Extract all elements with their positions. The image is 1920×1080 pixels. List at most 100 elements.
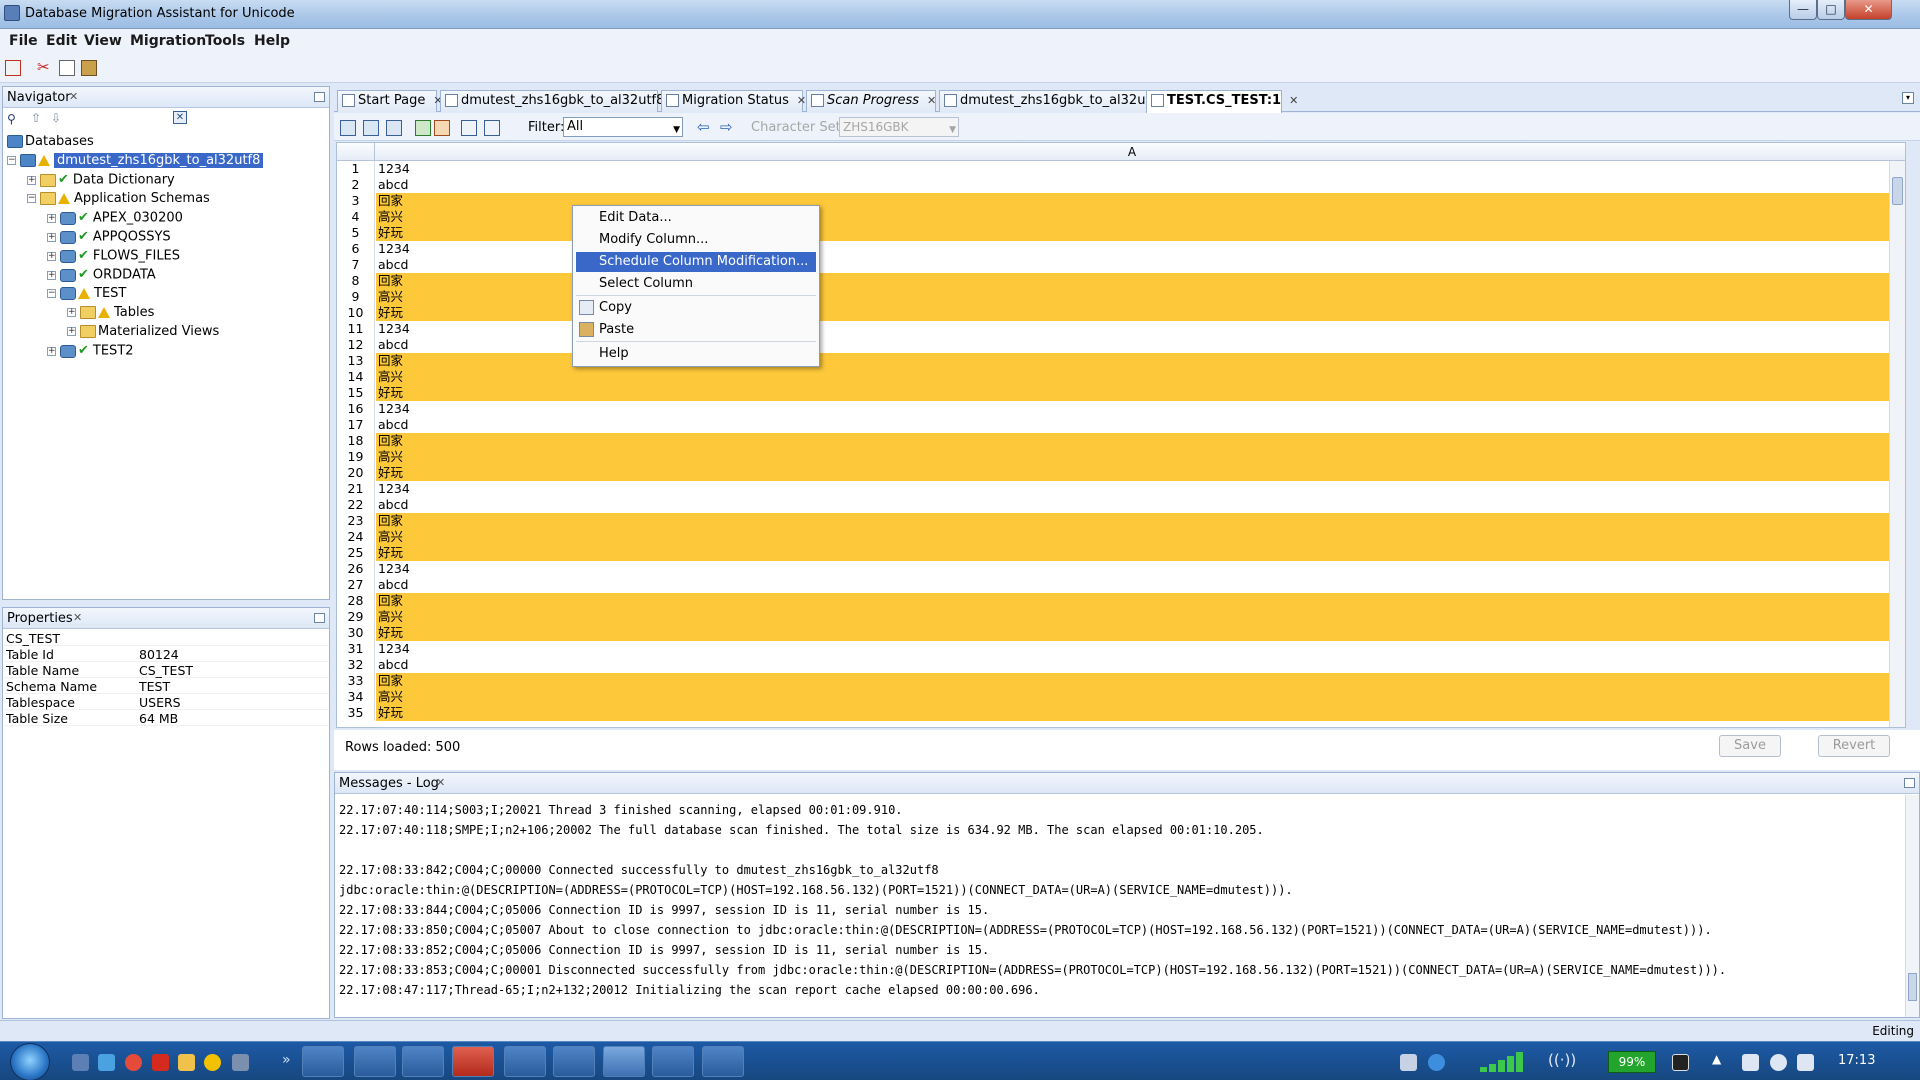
tab-start-page[interactable]: Start Page ✕ xyxy=(337,90,443,112)
taskbar-app-active[interactable] xyxy=(603,1046,645,1077)
table-row[interactable]: 34 高兴 xyxy=(337,689,1905,705)
table-row[interactable]: 14 高兴 xyxy=(337,369,1905,385)
tab-scan-progress[interactable]: Scan Progress ✕ xyxy=(806,90,936,112)
signal-icon[interactable] xyxy=(1480,1050,1530,1072)
revert-button[interactable]: Revert xyxy=(1818,735,1890,757)
menu-item-edit-data[interactable]: Edit Data... xyxy=(576,208,816,228)
tree-databases[interactable]: Databases xyxy=(7,133,94,151)
row-number[interactable]: 18 xyxy=(337,433,375,449)
table-row[interactable]: 21 1234 xyxy=(337,481,1905,497)
expand-icon[interactable]: + xyxy=(27,175,36,185)
column-icon[interactable] xyxy=(461,120,477,136)
table-row[interactable]: 23 回家 xyxy=(337,513,1905,529)
row-number[interactable]: 5 xyxy=(337,225,375,241)
menu-edit[interactable]: Edit xyxy=(46,33,77,49)
quicklaunch-icon[interactable] xyxy=(98,1054,115,1071)
table-row[interactable]: 15 好玩 xyxy=(337,385,1905,401)
menu-tools[interactable]: Tools xyxy=(205,33,245,49)
expand-icon[interactable]: + xyxy=(47,232,56,242)
close-icon[interactable]: ✕ xyxy=(1289,94,1298,107)
cell-value[interactable]: 回家 xyxy=(376,433,1889,449)
table-row[interactable]: 20 好玩 xyxy=(337,465,1905,481)
cell-value[interactable]: 回家 xyxy=(376,513,1889,529)
clear-filter-icon[interactable]: ✕ xyxy=(173,111,187,124)
row-number[interactable]: 30 xyxy=(337,625,375,641)
cell-value[interactable]: 高兴 xyxy=(376,449,1889,465)
cell-value[interactable]: 好玩 xyxy=(376,545,1889,561)
network-icon[interactable] xyxy=(1770,1054,1787,1071)
minimize-button[interactable]: — xyxy=(1789,0,1817,20)
log-scrollbar[interactable] xyxy=(1905,795,1919,1017)
expand-icon[interactable]: + xyxy=(47,213,56,223)
row-number[interactable]: 19 xyxy=(337,449,375,465)
row-number[interactable]: 28 xyxy=(337,593,375,609)
quicklaunch-icon[interactable] xyxy=(72,1054,89,1071)
table-row[interactable]: 22 abcd xyxy=(337,497,1905,513)
row-number[interactable]: 8 xyxy=(337,273,375,289)
expand-icon[interactable]: » xyxy=(282,1052,291,1068)
table-row[interactable]: 28 回家 xyxy=(337,593,1905,609)
clock[interactable]: 17:13 xyxy=(1838,1053,1875,1068)
row-number[interactable]: 11 xyxy=(337,321,375,337)
navigator-tab[interactable]: Navigator xyxy=(7,90,71,105)
menu-item-help[interactable]: Help xyxy=(576,344,816,364)
battery-indicator[interactable]: 99% xyxy=(1608,1051,1656,1073)
row-number[interactable]: 14 xyxy=(337,369,375,385)
row-number[interactable]: 34 xyxy=(337,689,375,705)
tab-cs-test[interactable]: TEST.CS_TEST:1 ✕ xyxy=(1146,90,1298,113)
up-arrow-icon[interactable]: ⇧ xyxy=(31,111,41,125)
table-row[interactable]: 18 回家 xyxy=(337,433,1905,449)
close-icon[interactable]: ✕ xyxy=(73,611,82,624)
tree-schema[interactable]: + ✔ FLOWS_FILES xyxy=(47,247,180,265)
volume-icon[interactable] xyxy=(1797,1054,1814,1071)
row-number[interactable]: 4 xyxy=(337,209,375,225)
paste-icon[interactable] xyxy=(81,60,97,76)
tree-schema[interactable]: + ✔ APEX_030200 xyxy=(47,209,183,227)
row-number[interactable]: 27 xyxy=(337,577,375,593)
cell-value[interactable]: abcd xyxy=(376,177,1889,193)
expand-icon[interactable]: + xyxy=(67,327,76,336)
quicklaunch-icon[interactable] xyxy=(152,1054,169,1071)
taskbar-app[interactable] xyxy=(702,1046,744,1077)
row-number[interactable]: 13 xyxy=(337,353,375,369)
expand-icon[interactable]: + xyxy=(67,308,76,317)
taskbar-app[interactable] xyxy=(652,1046,694,1077)
cell-value[interactable]: 1234 xyxy=(376,641,1889,657)
table-row[interactable]: 17 abcd xyxy=(337,417,1905,433)
collapse-icon[interactable]: − xyxy=(27,194,36,203)
edit-icon[interactable] xyxy=(434,120,450,136)
table-row[interactable]: 19 高兴 xyxy=(337,449,1905,465)
row-number[interactable]: 20 xyxy=(337,465,375,481)
menu-file[interactable]: File xyxy=(9,33,38,49)
taskbar-app[interactable] xyxy=(553,1046,595,1077)
row-number[interactable]: 22 xyxy=(337,497,375,513)
tab-database[interactable]: dmutest_zhs16gbk_to_al32utf8✕ xyxy=(440,90,682,112)
refresh-icon[interactable] xyxy=(340,120,356,136)
tree-schema[interactable]: + ✔ TEST2 xyxy=(47,342,134,360)
cell-value[interactable]: 回家 xyxy=(376,673,1889,689)
filter-icon[interactable] xyxy=(484,120,500,136)
cell-value[interactable]: 回家 xyxy=(376,593,1889,609)
row-number[interactable]: 6 xyxy=(337,241,375,257)
tree-schema[interactable]: + ✔ ORDDATA xyxy=(47,266,156,284)
table-row[interactable]: 24 高兴 xyxy=(337,529,1905,545)
tree-application-schemas[interactable]: − Application Schemas xyxy=(27,190,210,208)
power-icon[interactable] xyxy=(1672,1054,1689,1071)
close-icon[interactable]: ✕ xyxy=(927,94,936,107)
maximize-button[interactable]: □ xyxy=(1817,0,1845,20)
cell-value[interactable]: 好玩 xyxy=(376,705,1889,721)
expand-icon[interactable]: + xyxy=(47,346,56,356)
table-row[interactable]: 32 abcd xyxy=(337,657,1905,673)
table-row[interactable]: 35 好玩 xyxy=(337,705,1905,721)
tree-schema-test[interactable]: − TEST xyxy=(47,285,126,303)
menu-item-copy[interactable]: Copy xyxy=(576,298,816,318)
scan-icon[interactable] xyxy=(386,120,402,136)
taskbar-app[interactable] xyxy=(354,1046,396,1077)
binoculars-icon[interactable]: ⚲ xyxy=(7,112,16,126)
tree-materialized-views[interactable]: + Materialized Views xyxy=(67,323,219,341)
tree-connection[interactable]: − dmutest_zhs16gbk_to_al32utf8 xyxy=(7,152,264,170)
table-row[interactable]: 2 abcd xyxy=(337,177,1905,193)
tree-tables[interactable]: + Tables xyxy=(67,304,154,322)
vertical-scrollbar[interactable] xyxy=(1889,161,1905,727)
tab-list-icon[interactable]: ▾ xyxy=(1902,92,1914,104)
